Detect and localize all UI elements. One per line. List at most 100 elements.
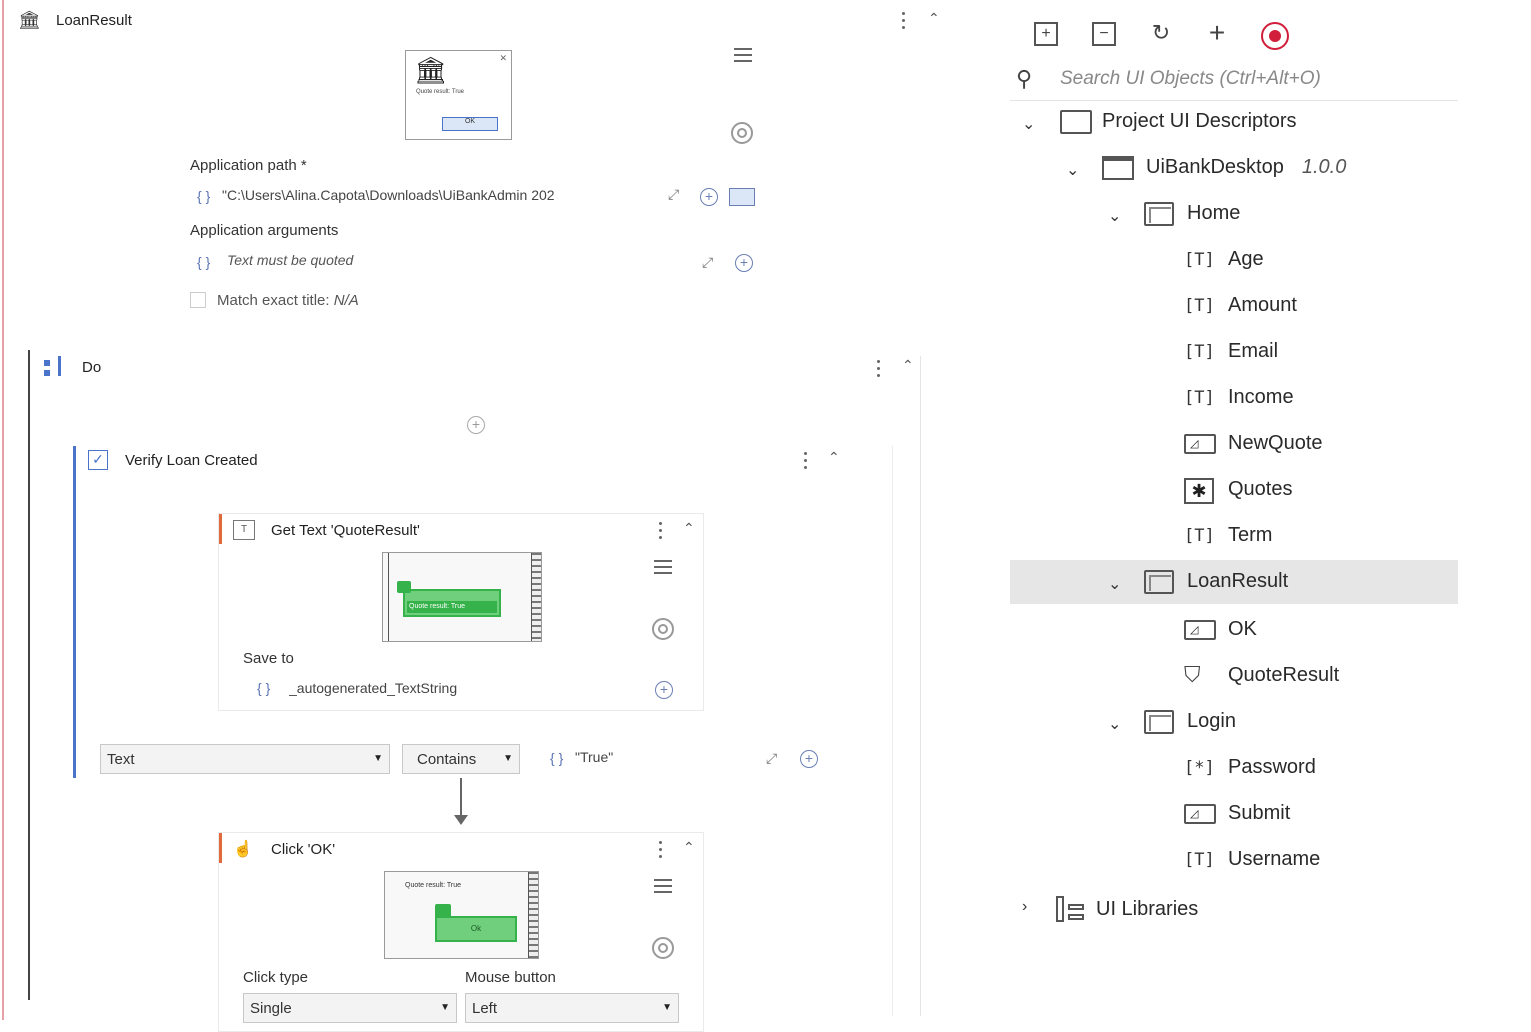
tree-node-element[interactable]: [T] Age [1010, 238, 1458, 282]
browse-file-icon[interactable] [729, 188, 755, 206]
scrollbar [528, 872, 538, 958]
tree-node-element[interactable]: ◿ OK [1010, 608, 1458, 652]
tree-node-app[interactable]: ⌄ UiBankDesktop 1.0.0 [1010, 146, 1458, 190]
preview-caption: Quote result: True [416, 89, 465, 95]
add-icon[interactable]: + [1204, 19, 1230, 47]
add-variable-icon[interactable]: + [735, 254, 753, 272]
tree-node-element[interactable]: ◿ Submit [1010, 792, 1458, 836]
tree-node-element[interactable]: ◿ NewQuote [1010, 422, 1458, 466]
tree-node-element[interactable]: [T] Username [1010, 838, 1458, 882]
collapse-icon[interactable]: ⌃ [683, 839, 695, 856]
text-field-icon: [T] [1184, 388, 1215, 408]
mouse-button-dropdown[interactable]: Left ▼ [465, 993, 679, 1023]
caret-down-icon: ▼ [662, 1002, 672, 1013]
tree-label: Term [1228, 524, 1273, 546]
more-options-icon[interactable] [902, 12, 906, 33]
chevron-down-icon[interactable]: ⌄ [1108, 714, 1121, 734]
tree-node-screen-selected[interactable]: ⌄ LoanResult [1010, 560, 1458, 604]
tree-label: Income [1228, 386, 1294, 408]
get-text-activity[interactable]: T Get Text 'QuoteResult' ⌃ Quote result:… [218, 513, 704, 711]
target-screenshot[interactable]: Quote result: True [382, 552, 542, 642]
menu-icon[interactable] [654, 560, 672, 578]
tree-node-screen[interactable]: ⌄ Login [1010, 700, 1458, 744]
tree-label: QuoteResult [1228, 664, 1340, 686]
menu-icon[interactable] [654, 879, 672, 897]
preview-ok-button: OK [442, 117, 498, 131]
more-options-icon[interactable] [659, 841, 663, 862]
match-title-value: N/A [333, 292, 359, 309]
chevron-down-icon[interactable]: ⌄ [1066, 160, 1079, 180]
chevron-down-icon[interactable]: ⌄ [1022, 114, 1035, 134]
collapse-icon[interactable]: ⌃ [902, 357, 914, 374]
caret-down-icon: ▼ [373, 753, 383, 764]
more-options-icon[interactable] [804, 452, 808, 473]
expand-editor-icon[interactable]: ⤢ [668, 186, 679, 203]
tree-node-element[interactable]: [T] Amount [1010, 284, 1458, 328]
selection-edge [2, 0, 4, 1020]
collapse-icon[interactable]: ⌃ [683, 520, 695, 537]
expand-all-icon[interactable]: + [1034, 22, 1058, 46]
click-activity[interactable]: ☝ Click 'OK' ⌃ Quote result: True Ok Cli… [218, 832, 704, 1032]
refresh-icon[interactable]: ↻ [1148, 20, 1174, 46]
add-variable-icon[interactable]: + [655, 681, 673, 699]
indicate-target-icon[interactable] [652, 618, 674, 640]
more-options-icon[interactable] [659, 522, 663, 543]
click-type-dropdown[interactable]: Single ▼ [243, 993, 457, 1023]
do-container-border [28, 350, 30, 1000]
chevron-down-icon[interactable]: ⌄ [1108, 206, 1121, 226]
record-icon[interactable] [1261, 22, 1289, 50]
expand-editor-icon[interactable]: ⤢ [702, 254, 713, 271]
click-icon: ☝ [233, 841, 253, 858]
target-highlight: Ok [435, 916, 517, 942]
screen-icon [1144, 570, 1174, 594]
target-screenshot[interactable]: Quote result: True Ok [384, 871, 539, 959]
tree-node-project-ui-descriptors[interactable]: ⌄ Project UI Descriptors [1010, 100, 1458, 144]
app-args-input[interactable]: Text must be quoted [227, 252, 627, 268]
tree-label: LoanResult [1187, 570, 1289, 592]
mouse-button-label: Mouse button [465, 969, 556, 986]
expand-editor-icon[interactable]: ⤢ [766, 750, 777, 767]
add-variable-icon[interactable]: + [700, 188, 718, 206]
indicate-target-icon[interactable] [731, 122, 753, 144]
tree-node-ui-libraries[interactable]: › UI Libraries [1010, 888, 1458, 932]
menu-icon[interactable] [734, 48, 752, 66]
verify-property-value: Text [107, 751, 135, 768]
app-path-input[interactable]: "C:\Users\Alina.Capota\Downloads\UiBankA… [222, 187, 652, 203]
chevron-down-icon[interactable]: ⌄ [1108, 574, 1121, 594]
collapse-icon[interactable]: ⌃ [828, 449, 840, 466]
chevron-right-icon[interactable]: › [1022, 898, 1027, 916]
verify-label: Verify Loan Created [125, 452, 258, 469]
bank-icon: 🏛 [18, 10, 41, 30]
tree-node-screen[interactable]: ⌄ Home [1010, 192, 1458, 236]
button-icon: ◿ [1184, 620, 1216, 640]
tree-label: Home [1187, 202, 1241, 224]
verify-value-input[interactable]: "True" [575, 749, 755, 765]
tree-node-element[interactable]: [T] Term [1010, 514, 1458, 558]
scrollbar [531, 553, 541, 641]
tree-node-element[interactable]: [T] Income [1010, 376, 1458, 420]
tree-node-element[interactable]: [*] Password [1010, 746, 1458, 790]
tree-node-element[interactable]: ✱ Quotes [1010, 468, 1458, 512]
tree-node-element[interactable]: ⛉ QuoteResult [1010, 654, 1458, 698]
save-to-input[interactable]: _autogenerated_TextString [289, 680, 589, 696]
search-input[interactable]: Search UI Objects (Ctrl+Alt+O) [1060, 68, 1321, 90]
add-activity-icon[interactable]: + [467, 416, 485, 434]
activity-accent [219, 833, 222, 863]
collapse-all-icon[interactable]: − [1092, 22, 1116, 46]
indicate-target-icon[interactable] [652, 937, 674, 959]
verify-accent-bar [73, 446, 76, 778]
match-title-checkbox[interactable] [190, 292, 206, 308]
expression-braces-icon: { } [197, 254, 211, 270]
add-variable-icon[interactable]: + [800, 750, 818, 768]
tree-label: UI Libraries [1096, 898, 1199, 920]
target-highlight: Quote result: True [403, 589, 501, 617]
sequence-icon [44, 356, 68, 380]
more-options-icon[interactable] [877, 360, 881, 381]
do-label: Do [82, 359, 102, 376]
button-icon: ◿ [1184, 434, 1216, 454]
tree-node-element[interactable]: [T] Email [1010, 330, 1458, 374]
verify-operator-dropdown[interactable]: Contains ▼ [402, 744, 520, 774]
verify-property-dropdown[interactable]: Text ▼ [100, 744, 390, 774]
collapse-icon[interactable]: ⌃ [928, 10, 940, 27]
application-screenshot[interactable]: 🏛 ✕ Quote result: True OK [405, 50, 512, 140]
